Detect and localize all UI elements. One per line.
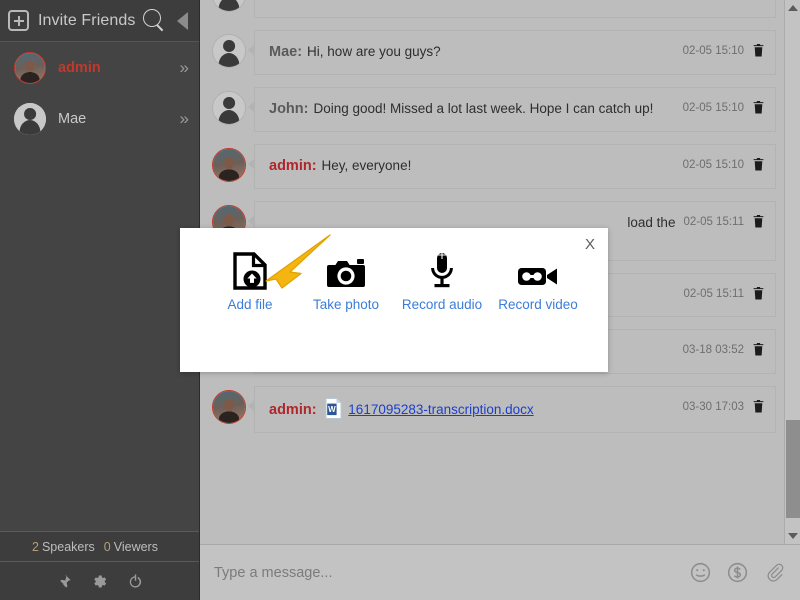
message-bubble: admin: Hey, everyone! 02-05 15:10 (254, 144, 776, 189)
user-row-admin[interactable]: admin » (0, 42, 199, 93)
take-photo-option[interactable]: Take photo (298, 252, 394, 314)
message-text: Hey, everyone! (322, 158, 412, 173)
message-sender: admin: (269, 402, 317, 418)
pin-icon[interactable] (55, 573, 72, 590)
avatar (14, 52, 46, 84)
message-text: load the (627, 215, 675, 230)
word-doc-icon: W (325, 398, 342, 419)
svg-text:W: W (328, 405, 336, 414)
message-timestamp: 02-05 15:10 (683, 102, 744, 114)
close-icon[interactable]: X (581, 234, 599, 255)
microphone-icon (429, 252, 455, 290)
chevron-right-icon[interactable]: » (180, 58, 187, 78)
camera-icon (326, 252, 366, 290)
emoji-icon[interactable] (689, 561, 712, 584)
scroll-up-arrow[interactable] (785, 0, 800, 16)
record-video-label: Record video (498, 297, 578, 314)
viewers-count: 0 (104, 540, 111, 554)
message-composer (200, 544, 800, 600)
message-timestamp: 03-30 17:03 (683, 401, 744, 413)
paperclip-icon[interactable] (763, 561, 786, 584)
avatar (14, 103, 46, 135)
message-timestamp: 02-05 15:11 (683, 288, 744, 300)
user-name: Mae (58, 111, 86, 127)
invite-friends-label[interactable]: Invite Friends (38, 12, 135, 30)
message-row: admin: W 1617095283-transcription.docx 0… (208, 386, 776, 433)
scroll-down-arrow[interactable] (785, 528, 800, 544)
collapse-left-icon[interactable] (177, 12, 188, 30)
message-text: Hi, how are you guys? (307, 44, 441, 59)
chevron-right-icon[interactable]: » (180, 109, 187, 129)
speakers-viewers-status: 2 Speakers 0 Viewers (0, 531, 199, 562)
avatar (212, 91, 246, 125)
message-timestamp: 02-05 15:11 (683, 216, 744, 228)
scrollbar-thumb[interactable] (786, 420, 800, 518)
left-sidebar: Invite Friends admin » Mae » 2 Spe (0, 0, 200, 600)
trash-icon[interactable] (752, 342, 765, 357)
record-audio-option[interactable]: Record audio (394, 252, 490, 314)
file-upload-icon (233, 252, 267, 290)
add-file-label: Add file (227, 297, 272, 314)
trash-icon[interactable] (752, 286, 765, 301)
power-icon[interactable] (127, 573, 144, 590)
avatar (212, 0, 246, 12)
message-row: admin: Hey, everyone! 02-05 15:10 (208, 144, 776, 189)
avatar (212, 148, 246, 182)
plus-box-icon[interactable] (8, 10, 29, 31)
message-sender: John: (269, 101, 308, 117)
trash-icon[interactable] (752, 214, 765, 229)
message-input[interactable] (214, 565, 675, 581)
modal-options: Add file Take photo (180, 228, 608, 314)
trash-icon[interactable] (752, 399, 765, 414)
vertical-scrollbar[interactable] (784, 0, 800, 600)
record-audio-label: Record audio (402, 297, 482, 314)
search-icon[interactable] (141, 8, 167, 34)
user-list: admin » Mae » (0, 42, 199, 531)
message-timestamp: 02-05 15:10 (683, 45, 744, 57)
message-bubble: admin: W 1617095283-transcription.docx 0… (254, 386, 776, 433)
take-photo-label: Take photo (313, 297, 379, 314)
message-text: Doing good! Missed a lot last week. Hope… (313, 101, 653, 116)
message-row: John: Doing good! Missed a lot last week.… (208, 87, 776, 132)
avatar (212, 34, 246, 68)
avatar (212, 390, 246, 424)
dollar-icon[interactable] (726, 561, 749, 584)
message-row: Mae: Hi, how are you guys? 02-05 15:10 (208, 30, 776, 75)
user-name: admin (58, 60, 101, 76)
message-timestamp: 02-05 15:10 (683, 159, 744, 171)
trash-icon[interactable] (752, 100, 765, 115)
trash-icon[interactable] (752, 43, 765, 58)
speakers-count: 2 (32, 540, 39, 554)
user-row-mae[interactable]: Mae » (0, 93, 199, 144)
gear-icon[interactable] (91, 573, 108, 590)
sidebar-header: Invite Friends (0, 0, 199, 42)
message-bubble: John: Doing good! Missed a lot last week.… (254, 87, 776, 132)
video-camera-icon (517, 252, 559, 290)
message-bubble (254, 0, 776, 18)
chat-application: Invite Friends admin » Mae » 2 Spe (0, 0, 800, 600)
trash-icon[interactable] (752, 157, 765, 172)
speakers-label: Speakers (42, 540, 95, 554)
attachment-link[interactable]: 1617095283-transcription.docx (348, 402, 533, 417)
message-sender: Mae: (269, 44, 302, 60)
message-sender: admin: (269, 158, 317, 174)
message-timestamp: 03-18 03:52 (683, 344, 744, 356)
sidebar-footer (0, 562, 199, 600)
message-bubble: Mae: Hi, how are you guys? 02-05 15:10 (254, 30, 776, 75)
attachment-options-modal: X Add file (180, 228, 608, 372)
add-file-option[interactable]: Add file (202, 252, 298, 314)
message-row (208, 0, 776, 18)
viewers-label: Viewers (114, 540, 158, 554)
record-video-option[interactable]: Record video (490, 252, 586, 314)
